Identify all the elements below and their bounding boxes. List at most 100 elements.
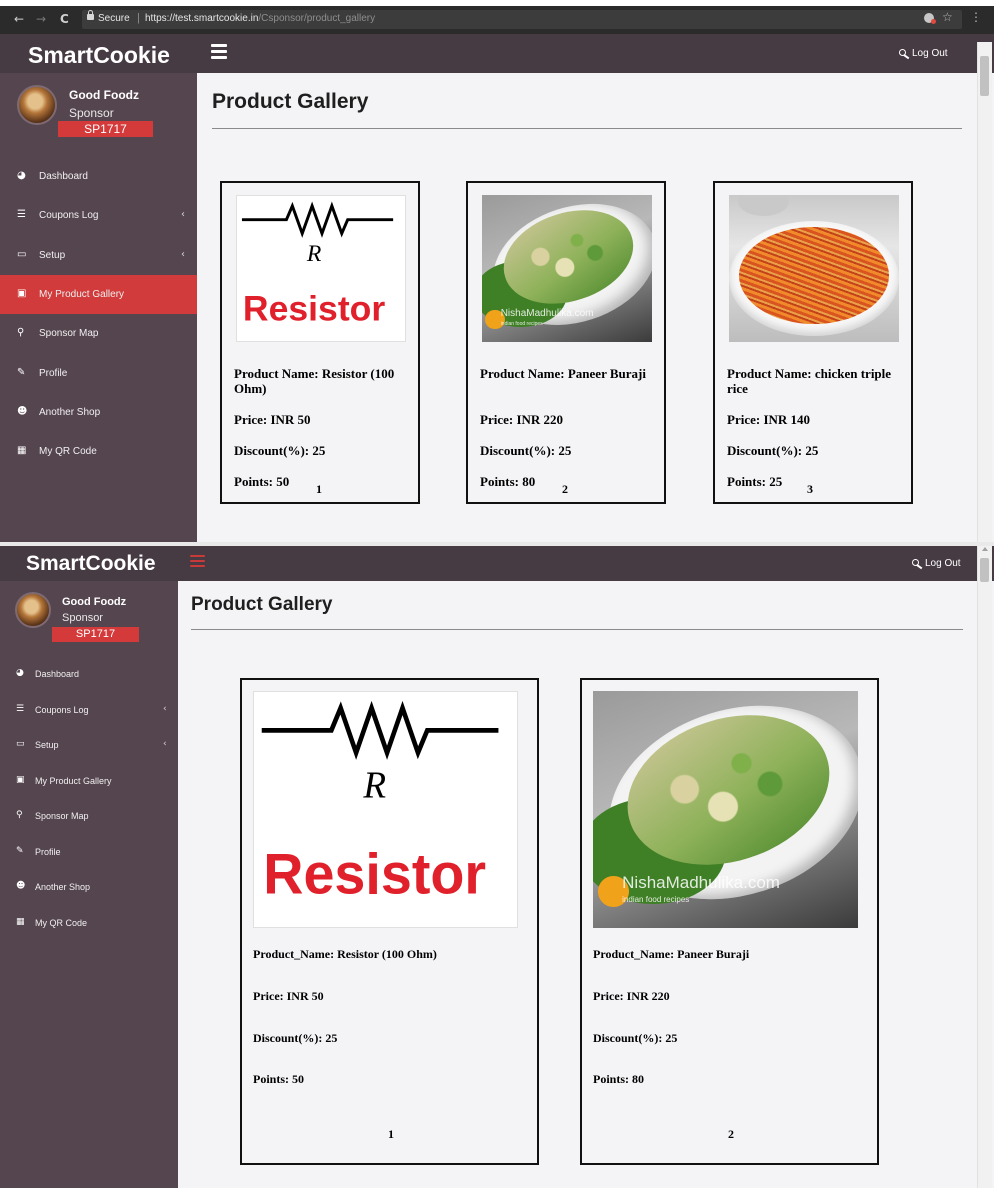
monitor-icon: ▭ — [17, 248, 27, 260]
scrollbar[interactable] — [977, 546, 992, 1188]
sidebar-item-setup[interactable]: ▭ Setup ‹ — [0, 727, 178, 762]
bookmark-star-icon[interactable]: ☆ — [942, 10, 953, 24]
sidebar-item-dashboard[interactable]: ◕ Dashboard — [0, 656, 178, 691]
product-index: 1 — [388, 1127, 394, 1141]
sidebar-item-another-shop[interactable]: ☻ Another Shop — [0, 393, 197, 432]
product-name-label: Product Name: — [480, 366, 565, 381]
product-image-resistor: R Resistor — [253, 691, 518, 928]
product-card[interactable]: Product Name: chicken triple rice Price: … — [713, 181, 913, 504]
watermark-text: NishaMadhulika.com — [500, 308, 594, 320]
product-thumbnail[interactable]: R Resistor — [253, 691, 518, 928]
map-marker-icon: ⚲ — [16, 810, 23, 820]
sidebar-item-label: My QR Code — [35, 917, 88, 928]
sidebar-item-my-qr-code[interactable]: ▦ My QR Code — [0, 432, 197, 471]
resistor-symbol-label: R — [362, 764, 386, 807]
product-index: 2 — [728, 1127, 734, 1141]
sidebar-item-another-shop[interactable]: ☻ Another Shop — [0, 869, 178, 904]
product-points: Points: 80 — [480, 474, 536, 489]
logout-label: Log Out — [925, 558, 961, 569]
url-text[interactable]: https://test.smartcookie.in/Csponsor/pro… — [145, 13, 375, 24]
product-discount: Discount(%): 25 — [480, 443, 572, 458]
screenshot-panel-1: SmartCookie Log Out Good Foodz Sponsor S… — [0, 34, 994, 542]
sidebar-item-label: Dashboard — [35, 669, 80, 679]
lock-icon — [87, 10, 94, 20]
product-name: Product Name: Paneer Buraji — [480, 366, 660, 381]
sidebar-item-coupons-log[interactable]: ☰ Coupons Log ‹ — [0, 196, 197, 235]
sidebar-item-label: Setup — [35, 740, 59, 750]
product-thumbnail[interactable]: R Resistor — [236, 195, 406, 342]
product-thumbnail[interactable]: NishaMadhulika.com indian food recipes — [593, 691, 858, 928]
hamburger-menu-icon[interactable] — [190, 555, 205, 570]
product-points: Points: 50 — [234, 474, 290, 489]
product-thumbnail[interactable]: NishaMadhulika.com indian food recipes — [482, 195, 652, 342]
sidebar-item-label: Profile — [39, 367, 68, 379]
noodle-pile — [739, 227, 889, 325]
address-bar[interactable]: Secure | https://test.smartcookie.in/Csp… — [82, 10, 962, 29]
secure-label: Secure — [98, 13, 130, 24]
product-card[interactable]: R Resistor Product Name: Resistor (100 Ohm… — [220, 181, 420, 504]
sidebar-item-my-product-gallery[interactable]: ▣ My Product Gallery — [0, 763, 178, 798]
title-divider — [212, 128, 962, 129]
product-name-label: Product Name: — [234, 366, 319, 381]
scrollbar[interactable] — [977, 42, 992, 542]
logout-link[interactable]: Log Out — [899, 48, 948, 59]
forward-icon[interactable]: → — [36, 12, 46, 26]
watermark-text: NishaMadhulika.com — [622, 873, 780, 893]
sidebar-item-label: Coupons Log — [39, 210, 99, 222]
product-card[interactable]: R Resistor Product_Name: Resistor (100 Ohm… — [240, 678, 539, 1165]
sidebar-item-coupons-log[interactable]: ☰ Coupons Log ‹ — [0, 692, 178, 727]
image-icon: ▣ — [16, 774, 25, 785]
chevron-left-icon: ‹ — [163, 739, 167, 749]
sidebar-item-dashboard[interactable]: ◕ Dashboard — [0, 157, 197, 196]
scroll-up-arrow-icon[interactable] — [982, 547, 988, 551]
database-icon: ☰ — [17, 209, 26, 221]
chevron-left-icon: ‹ — [181, 248, 185, 260]
database-icon: ☰ — [16, 703, 25, 714]
sidebar-item-sponsor-map[interactable]: ⚲ Sponsor Map — [0, 798, 178, 833]
product-card[interactable]: NishaMadhulika.com indian food recipes Pro… — [580, 678, 879, 1165]
product-name-label: Product Name: — [727, 366, 812, 381]
users-icon: ☻ — [17, 405, 28, 417]
resistor-word: Resistor — [243, 288, 385, 328]
sidebar-item-my-qr-code[interactable]: ▦ My QR Code — [0, 905, 178, 940]
key-icon — [912, 559, 923, 567]
product-image-paneer: NishaMadhulika.com indian food recipes — [593, 691, 858, 928]
product-index: 1 — [316, 482, 322, 496]
logout-link[interactable]: Log Out — [912, 558, 961, 569]
user-id-badge: SP1717 — [52, 627, 139, 642]
sidebar-item-label: Sponsor Map — [39, 328, 99, 340]
browser-menu-icon[interactable]: ⋮ — [970, 10, 982, 24]
user-role: Sponsor — [69, 106, 114, 120]
scrollbar-thumb[interactable] — [980, 56, 989, 96]
sidebar-item-label: Another Shop — [35, 882, 91, 892]
chevron-left-icon: ‹ — [181, 209, 185, 221]
product-thumbnail[interactable] — [729, 195, 899, 342]
product-card[interactable]: NishaMadhulika.com indian food recipes Pro… — [466, 181, 666, 504]
key-icon — [899, 49, 910, 57]
sidebar-item-sponsor-map[interactable]: ⚲ Sponsor Map — [0, 314, 197, 353]
resistor-symbol-graphic: R Resistor — [241, 201, 394, 328]
map-marker-icon: ⚲ — [17, 327, 25, 339]
side-cup — [737, 195, 789, 216]
brand-logo[interactable]: SmartCookie — [26, 552, 156, 576]
watermark-subtext: indian food recipes — [500, 321, 543, 328]
product-name: Product Name: Resistor (100 Ohm) — [234, 366, 414, 396]
page-title: Product Gallery — [191, 594, 333, 615]
image-icon: ▣ — [17, 287, 27, 299]
brand-logo[interactable]: SmartCookie — [28, 42, 170, 69]
sidebar-item-profile[interactable]: ✎ Profile — [0, 354, 197, 393]
back-icon[interactable]: ← — [14, 12, 24, 26]
product-discount: Discount(%): 25 — [727, 443, 819, 458]
product-points: Points: 80 — [593, 1072, 644, 1086]
scrollbar-thumb[interactable] — [980, 558, 989, 582]
sidebar-item-my-product-gallery[interactable]: ▣ My Product Gallery — [0, 274, 197, 314]
sidebar-item-setup[interactable]: ▭ Setup ‹ — [0, 236, 197, 275]
hamburger-menu-icon[interactable] — [211, 44, 227, 62]
extension-icon[interactable] — [924, 13, 936, 24]
product-price: Price: INR 50 — [253, 989, 324, 1003]
reload-icon[interactable]: C — [60, 12, 69, 26]
edit-icon: ✎ — [16, 845, 24, 856]
browser-top-edge — [0, 0, 994, 6]
browser-toolbar: ← → C Secure | https://test.smartcookie.… — [0, 0, 994, 34]
sidebar-item-profile[interactable]: ✎ Profile — [0, 834, 178, 869]
